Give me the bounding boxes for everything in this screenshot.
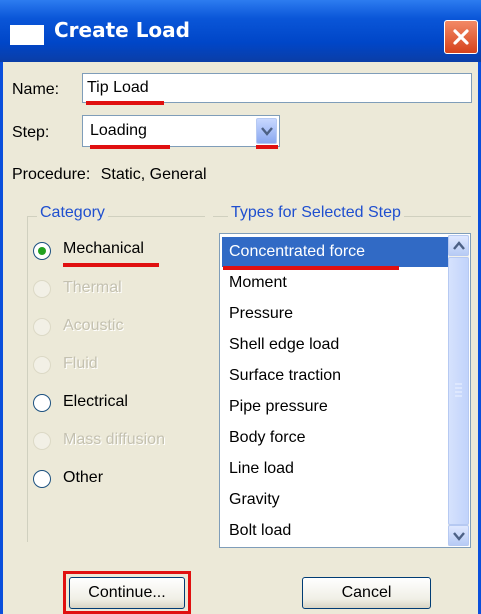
list-item-concentrated-force[interactable]: Concentrated force bbox=[222, 237, 448, 267]
category-mechanical-label[interactable]: Mechanical bbox=[63, 240, 144, 258]
radio-electrical[interactable] bbox=[33, 394, 51, 412]
list-item-shell-edge-load[interactable]: Shell edge load bbox=[222, 330, 448, 360]
types-scrollbar[interactable] bbox=[448, 235, 469, 546]
types-listbox[interactable]: Concentrated force Moment Pressure Shell… bbox=[219, 233, 471, 548]
radio-other[interactable] bbox=[33, 470, 51, 488]
name-highlight-underline bbox=[86, 101, 164, 105]
category-electrical-label[interactable]: Electrical bbox=[63, 393, 128, 411]
radio-mechanical[interactable] bbox=[33, 242, 51, 260]
name-input[interactable]: Tip Load bbox=[82, 73, 472, 103]
category-thermal-label: Thermal bbox=[63, 279, 122, 296]
scroll-up-button[interactable] bbox=[448, 235, 469, 256]
concentrated-force-highlight-underline bbox=[223, 266, 399, 270]
radio-thermal bbox=[33, 280, 51, 298]
list-item-bolt-load[interactable]: Bolt load bbox=[222, 516, 448, 546]
chevron-up-icon bbox=[452, 240, 465, 250]
grip-icon bbox=[455, 383, 462, 397]
types-title: Types for Selected Step bbox=[228, 204, 404, 222]
cancel-button[interactable]: Cancel bbox=[302, 577, 431, 609]
radio-fluid bbox=[33, 356, 51, 374]
list-item-pipe-pressure[interactable]: Pipe pressure bbox=[222, 392, 448, 422]
scroll-thumb[interactable] bbox=[448, 257, 469, 525]
chevron-down-icon bbox=[452, 531, 465, 541]
step-select[interactable]: Loading bbox=[82, 115, 280, 147]
chevron-down-icon bbox=[260, 127, 273, 136]
close-button[interactable] bbox=[444, 20, 478, 54]
name-label: Name: bbox=[12, 81, 60, 98]
category-title: Category bbox=[37, 204, 108, 222]
list-item-pressure[interactable]: Pressure bbox=[222, 299, 448, 329]
close-icon bbox=[453, 29, 469, 45]
list-item-line-load[interactable]: Line load bbox=[222, 454, 448, 484]
procedure-label-text: Procedure: bbox=[12, 166, 91, 183]
step-highlight-underline bbox=[90, 145, 170, 149]
window-icon bbox=[10, 25, 44, 45]
category-group-border-left bbox=[27, 216, 28, 542]
category-mass-diffusion-label: Mass diffusion bbox=[63, 431, 165, 448]
category-other-label[interactable]: Other bbox=[63, 469, 103, 487]
radio-acoustic bbox=[33, 318, 51, 336]
continue-button[interactable]: Continue... bbox=[69, 577, 185, 609]
category-acoustic-label: Acoustic bbox=[63, 317, 124, 334]
step-arrow-highlight-underline bbox=[256, 145, 278, 149]
name-input-value: Tip Load bbox=[87, 79, 149, 96]
dialog-title: Create Load bbox=[54, 18, 190, 42]
step-select-value: Loading bbox=[90, 122, 147, 139]
scroll-down-button[interactable] bbox=[448, 525, 469, 546]
category-fluid-label: Fluid bbox=[63, 355, 98, 372]
radio-selected-dot bbox=[38, 247, 46, 255]
list-item-body-force[interactable]: Body force bbox=[222, 423, 448, 453]
list-item-gravity[interactable]: Gravity bbox=[222, 485, 448, 515]
title-bar[interactable]: Create Load bbox=[0, 0, 481, 62]
step-dropdown-button[interactable] bbox=[256, 118, 277, 144]
procedure-label: Procedure: Static, General bbox=[12, 166, 207, 184]
radio-mass-diffusion bbox=[33, 432, 51, 450]
list-item-moment[interactable]: Moment bbox=[222, 268, 448, 298]
step-label: Step: bbox=[12, 124, 50, 141]
mechanical-highlight-underline bbox=[63, 263, 159, 267]
list-item-surface-traction[interactable]: Surface traction bbox=[222, 361, 448, 391]
create-load-dialog: Create Load Name: Tip Load Step: Loading… bbox=[0, 0, 481, 614]
procedure-value: Static, General bbox=[100, 166, 207, 183]
